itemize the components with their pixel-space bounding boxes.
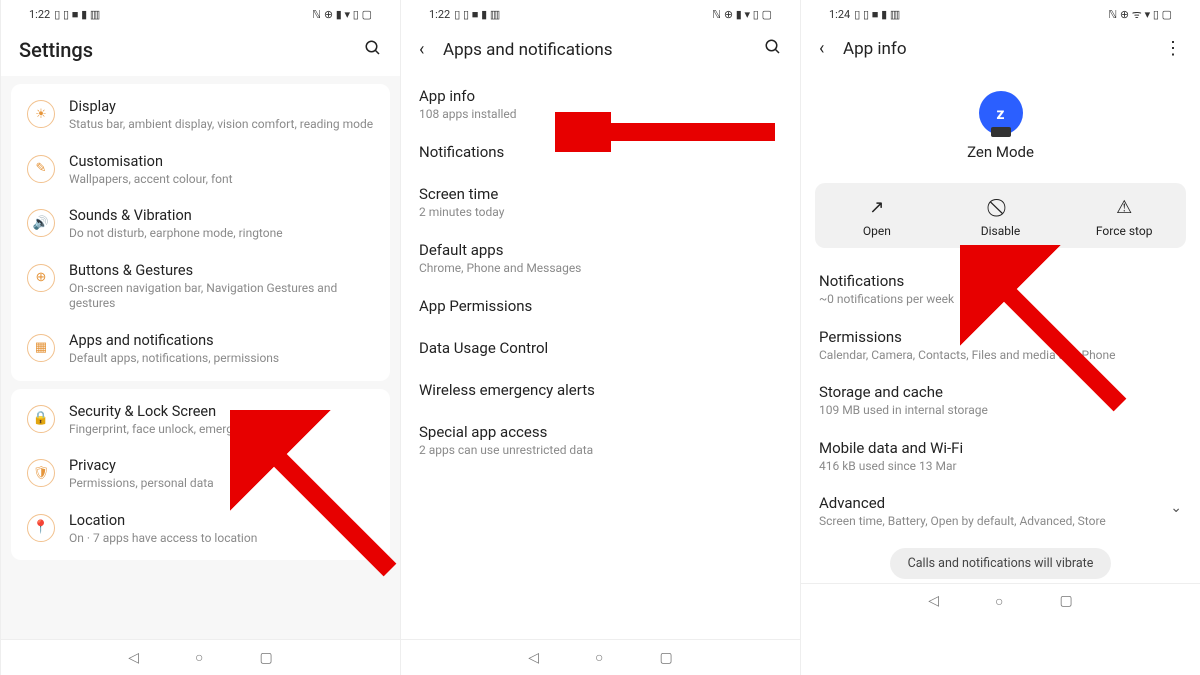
item-notifications[interactable]: Notifications [401, 131, 800, 173]
page-title: Apps and notifications [443, 40, 760, 60]
info-storage[interactable]: Storage and cache109 MB used in internal… [801, 373, 1200, 429]
apps-icon: ▦ [27, 334, 55, 362]
action-force-stop[interactable]: ⚠Force stop [1062, 183, 1186, 248]
app-header: z Zen Mode [801, 73, 1200, 173]
item-app-info[interactable]: App info108 apps installed [401, 75, 800, 131]
back-icon[interactable]: ‹ [819, 38, 843, 59]
info-mobile-data[interactable]: Mobile data and Wi-Fi416 kB used since 1… [801, 429, 1200, 485]
settings-row-apps-notifications[interactable]: ▦ Apps and notificationsDefault apps, no… [11, 322, 390, 377]
search-icon[interactable] [360, 39, 382, 62]
row-title: Display [69, 98, 374, 115]
settings-row-privacy[interactable]: 🛡 PrivacyPermissions, personal data [11, 447, 390, 502]
info-notifications[interactable]: Notifications~0 notifications per week [801, 262, 1200, 318]
item-app-permissions[interactable]: App Permissions [401, 285, 800, 327]
item-screen-time[interactable]: Screen time2 minutes today [401, 173, 800, 229]
settings-row-display[interactable]: ☀ Display Status bar, ambient display, vi… [11, 88, 390, 143]
status-bar: 1:22 ▯ ▯ ■ ▮ ▥ ℕ ⊕ ▮ ▾ ▯ ▢ [1, 0, 400, 24]
nav-back-icon[interactable]: ◁ [928, 593, 939, 609]
settings-group-1: ☀ Display Status bar, ambient display, vi… [11, 84, 390, 381]
nav-recent-icon[interactable]: ▢ [260, 650, 273, 666]
status-bar: 1:22 ▯ ▯ ■ ▮ ▥ ℕ ⊕ ▮ ▾ ▯ ▢ [401, 0, 800, 24]
lock-icon: 🔒 [27, 405, 55, 433]
app-avatar-icon: z [979, 91, 1023, 135]
header: ‹ Apps and notifications [401, 24, 800, 75]
back-icon[interactable]: ‹ [419, 39, 443, 60]
disable-icon: ⃠ [943, 197, 1059, 218]
buttons-icon: ⊕ [27, 264, 55, 292]
warning-icon: ⚠ [1066, 197, 1182, 218]
item-wireless-alerts[interactable]: Wireless emergency alerts [401, 369, 800, 411]
screen-apps-notifications: 1:22 ▯ ▯ ■ ▮ ▥ ℕ ⊕ ▮ ▾ ▯ ▢ ‹ Apps and no… [400, 0, 800, 675]
nav-bar: ◁ ○ ▢ [1, 639, 400, 675]
nav-bar: ◁ ○ ▢ [801, 583, 1200, 619]
nav-back-icon[interactable]: ◁ [528, 650, 539, 666]
chevron-down-icon: ⌄ [1170, 494, 1182, 516]
status-icons-right: ℕ ⊕ ▮ ▾ ▯ ▢ [312, 8, 372, 21]
nav-home-icon[interactable]: ○ [995, 593, 1003, 610]
more-icon[interactable]: ⋮ [1160, 38, 1182, 59]
settings-row-buttons[interactable]: ⊕ Buttons & GesturesOn-screen navigation… [11, 252, 390, 322]
info-permissions[interactable]: PermissionsCalendar, Camera, Contacts, F… [801, 318, 1200, 374]
display-icon: ☀ [27, 100, 55, 128]
item-data-usage[interactable]: Data Usage Control [401, 327, 800, 369]
location-icon: 📍 [27, 514, 55, 542]
settings-row-location[interactable]: 📍 LocationOn · 7 apps have access to loc… [11, 502, 390, 557]
nav-recent-icon[interactable]: ▢ [1060, 593, 1073, 609]
screen-app-info: 1:24 ▯ ▯ ■ ▮ ▥ ℕ ⊕ ᯤ ▾ ▯ ▢ ‹ App info ⋮ … [800, 0, 1200, 675]
sounds-icon: 🔊 [27, 209, 55, 237]
status-time: 1:22 [429, 8, 450, 21]
screen-settings: 1:22 ▯ ▯ ■ ▮ ▥ ℕ ⊕ ▮ ▾ ▯ ▢ Settings ☀ Di… [0, 0, 400, 675]
nav-bar: ◁ ○ ▢ [401, 639, 800, 675]
header: Settings [1, 24, 400, 76]
search-icon[interactable] [760, 38, 782, 61]
status-time: 1:24 [829, 8, 850, 21]
item-special-access[interactable]: Special app access2 apps can use unrestr… [401, 411, 800, 467]
nav-home-icon[interactable]: ○ [595, 649, 603, 666]
toast-message: Calls and notifications will vibrate [890, 548, 1112, 579]
shield-icon: 🛡 [27, 459, 55, 487]
action-disable[interactable]: ⃠Disable [939, 183, 1063, 248]
action-open[interactable]: ↗Open [815, 183, 939, 248]
settings-row-sounds[interactable]: 🔊 Sounds & VibrationDo not disturb, earp… [11, 197, 390, 252]
action-row: ↗Open ⃠Disable ⚠Force stop [815, 183, 1186, 248]
app-name: Zen Mode [801, 143, 1200, 161]
app-info-list: Notifications~0 notifications per week P… [801, 258, 1200, 583]
page-title: App info [843, 39, 1160, 59]
settings-row-customisation[interactable]: ✎ CustomisationWallpapers, accent colour… [11, 143, 390, 198]
open-icon: ↗ [819, 197, 935, 218]
row-sub: Status bar, ambient display, vision comf… [69, 117, 374, 133]
nav-back-icon[interactable]: ◁ [128, 650, 139, 666]
info-advanced[interactable]: Advanced Screen time, Battery, Open by d… [801, 484, 1200, 540]
settings-group-2: 🔒 Security & Lock ScreenFingerprint, fac… [11, 389, 390, 561]
status-bar: 1:24 ▯ ▯ ■ ▮ ▥ ℕ ⊕ ᯤ ▾ ▯ ▢ [801, 0, 1200, 24]
item-default-apps[interactable]: Default appsChrome, Phone and Messages [401, 229, 800, 285]
nav-home-icon[interactable]: ○ [195, 649, 203, 666]
nav-recent-icon[interactable]: ▢ [660, 650, 673, 666]
status-time: 1:22 [29, 8, 50, 21]
customisation-icon: ✎ [27, 155, 55, 183]
settings-row-security[interactable]: 🔒 Security & Lock ScreenFingerprint, fac… [11, 393, 390, 448]
header: ‹ App info ⋮ [801, 24, 1200, 73]
status-icons-left: ▯ ▯ ■ ▮ ▥ [54, 8, 100, 21]
apps-list: App info108 apps installed Notifications… [401, 75, 800, 639]
page-title: Settings [19, 38, 360, 62]
